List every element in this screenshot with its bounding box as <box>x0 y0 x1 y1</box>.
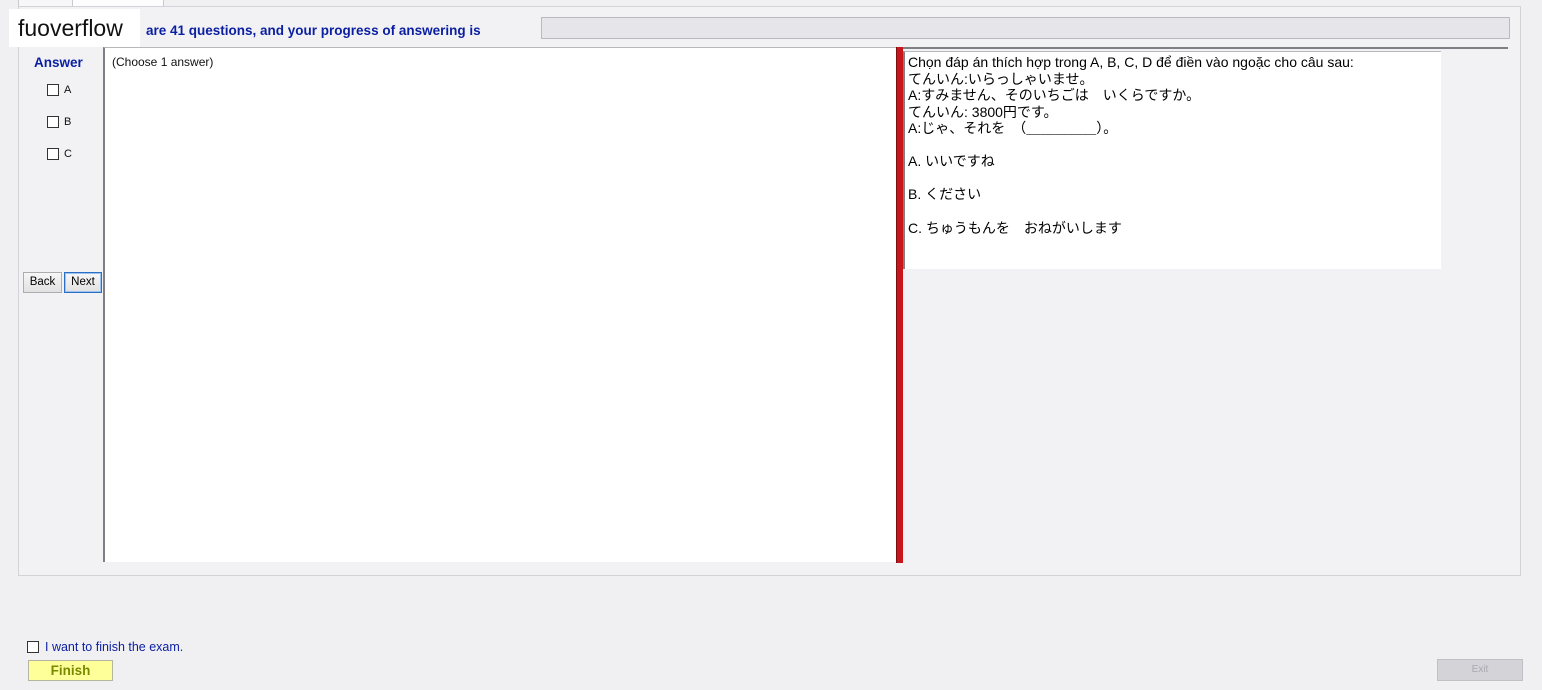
question-option-a: A. いいですね <box>908 152 995 169</box>
answer-option-b[interactable]: B <box>47 114 71 130</box>
finish-checkbox-label: I want to finish the exam. <box>45 640 184 654</box>
answer-option-a[interactable]: A <box>47 82 71 98</box>
question-instruction: Chọn đáp án thích hợp trong A, B, C, D đ… <box>908 54 1354 70</box>
question-line: てんいん:いらっしゃいませ。 <box>908 70 1094 87</box>
answer-option-label: A <box>64 84 72 96</box>
question-box: Chọn đáp án thích hợp trong A, B, C, D đ… <box>903 51 1441 269</box>
answer-option-c[interactable]: C <box>47 146 72 162</box>
question-panel: Chọn đáp án thích hợp trong A, B, C, D đ… <box>903 47 1508 562</box>
answer-option-label: C <box>64 148 72 160</box>
watermark: fuoverflow <box>9 9 140 47</box>
exit-button[interactable]: Exit <box>1437 659 1523 681</box>
question-option-b: B. ください <box>908 186 982 202</box>
progress-label: are 41 questions, and your progress of a… <box>146 23 481 38</box>
question-line: A:すみません、そのいちごは いくらですか。 <box>908 87 1201 103</box>
checkbox-b[interactable] <box>47 116 59 128</box>
panel-splitter[interactable] <box>896 47 903 563</box>
progress-bar <box>541 17 1510 39</box>
choose-hint: (Choose 1 answer) <box>112 55 214 69</box>
next-button[interactable]: Next <box>64 272 102 293</box>
question-line: てんいん: 3800円です。 <box>908 103 1058 120</box>
answer-area[interactable]: (Choose 1 answer) <box>103 47 896 562</box>
finish-checkbox[interactable] <box>27 641 39 653</box>
finish-confirm-row[interactable]: I want to finish the exam. <box>27 640 183 654</box>
finish-button[interactable]: Finish <box>28 660 113 681</box>
back-button[interactable]: Back <box>23 272 62 293</box>
checkbox-a[interactable] <box>47 84 59 96</box>
question-line: A:じゃ、それを （＿＿＿＿＿）。 <box>908 120 1118 136</box>
checkbox-c[interactable] <box>47 148 59 160</box>
answer-title: Answer <box>34 55 83 70</box>
answer-option-label: B <box>64 116 72 128</box>
question-option-c: C. ちゅうもんを おねがいします <box>908 219 1122 236</box>
